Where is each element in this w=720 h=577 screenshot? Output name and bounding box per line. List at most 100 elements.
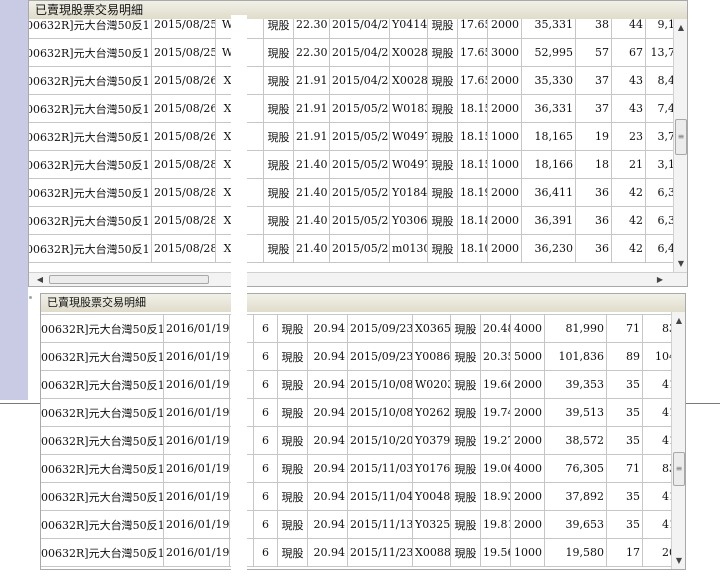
cell-buy-date: 2015/05/28 (329, 178, 390, 207)
cell-buy-date: 2015/05/28 (329, 94, 390, 123)
cell-sell-price: 21.91 (293, 94, 330, 123)
table-row[interactable]: 00632R]元大台灣50反1 2016/01/19 6 現股 20.94 2015/10… (41, 370, 671, 399)
table-row[interactable]: 00632R]元大台灣50反1 2015/08/25 W 現股 22.30 2015/04… (29, 19, 673, 39)
cell-order-no: X0028 (389, 66, 428, 95)
scroll-thumb[interactable] (49, 275, 209, 284)
table-row[interactable]: 00632R]元大台灣50反1 2016/01/19 6 現股 20.94 2015/10… (41, 398, 671, 427)
grip-icon: ≡ (677, 132, 685, 141)
cell-order-no: W0203 (412, 370, 451, 399)
cell-buy-date: 2015/10/20 (347, 426, 413, 455)
cell-amount: 39,653 (544, 510, 607, 539)
table-row[interactable]: 00632R]元大台灣50反1 2016/01/19 6 現股 20.94 2015/11… (41, 482, 671, 511)
scroll-thumb[interactable]: ≡ (673, 452, 685, 486)
table-row[interactable]: 00632R]元大台灣50反1 2016/01/19 6 現股 20.94 2015/11… (41, 454, 671, 483)
cell-fee: 35 (606, 370, 643, 399)
table-row[interactable]: 00632R]元大台灣50反1 2015/08/28 X 現股 21.40 2015/05… (29, 150, 673, 179)
cell-stock-name: 00632R]元大台灣50反1 (41, 454, 164, 483)
table-row[interactable]: 00632R]元大台灣50反1 2015/08/26 X 現股 21.91 2015/04… (29, 66, 673, 95)
table-row[interactable]: 00632R]元大台灣50反1 2015/08/25 W 現股 22.30 2015/04… (29, 38, 673, 67)
cell-buy-price: 17.65 (457, 19, 488, 39)
cell-buy-type: 現股 (427, 38, 458, 67)
table-row[interactable]: 00632R]元大台灣50反1 2016/01/19 6 現股 20.94 2015/09… (41, 314, 671, 343)
table-row[interactable]: 00632R]元大台灣50反1 2015/08/28 X 現股 21.40 2015/05… (29, 206, 673, 235)
cell-stock-name: 00632R]元大台灣50反1 (41, 510, 164, 539)
cell-tax: 42 (611, 234, 646, 263)
cell-sell-price: 21.40 (293, 206, 330, 235)
cell-amount: 39,353 (544, 370, 607, 399)
cell-tax: 44 (611, 19, 646, 39)
cell-buy-date: 2015/11/13 (347, 510, 413, 539)
cell-order-no: Y0184 (389, 178, 428, 207)
cell-sell-date: 2016/01/19 (163, 314, 230, 343)
table-row[interactable]: 00632R]元大台灣50反1 2016/01/19 6 現股 20.94 2015/11… (41, 538, 671, 567)
table-row[interactable]: 00632R]元大台灣50反1 2016/01/19 6 現股 20.94 2015/10… (41, 426, 671, 455)
cell-sell-price: 21.91 (293, 66, 330, 95)
scroll-down-icon[interactable]: ▼ (672, 554, 685, 568)
cell-shares: 1000 (487, 122, 522, 151)
table-row[interactable]: 00632R]元大台灣50反1 2015/08/26 X 現股 21.91 2015/05… (29, 122, 673, 151)
table-row[interactable]: 00632R]元大台灣50反1 2015/08/28 X 現股 21.40 2015/05… (29, 234, 673, 263)
cell-buy-type: 現股 (450, 398, 481, 427)
table-row[interactable]: 00632R]元大台灣50反1 2015/08/28 X 現股 21.40 2015/05… (29, 178, 673, 207)
cell-tax: 43 (611, 66, 646, 95)
scroll-down-icon[interactable]: ▼ (674, 257, 687, 271)
cell-shares: 1000 (487, 150, 522, 179)
cell-buy-type: 現股 (450, 314, 481, 343)
cell-order-no: X0088 (412, 538, 451, 567)
cell-order-no: Y0325 (412, 510, 451, 539)
cell-code-b: 6 (253, 370, 278, 399)
cell-sell-date: 2016/01/19 (163, 482, 230, 511)
cell-sell-price: 20.94 (307, 314, 348, 343)
cell-shares: 2000 (487, 234, 522, 263)
cell-amount: 18,166 (521, 150, 576, 179)
cell-trade-type: 現股 (277, 482, 308, 511)
cell-shares: 2000 (510, 482, 545, 511)
desktop-divider (680, 403, 720, 404)
cell-sell-price: 20.94 (307, 454, 348, 483)
cell-sell-price: 21.91 (293, 122, 330, 151)
cell-profit: 8,410 (645, 66, 673, 95)
cell-amount: 36,230 (521, 234, 576, 263)
vertical-scrollbar[interactable]: ▲ ≡ ▼ (671, 312, 685, 569)
cell-profit: 6,311 (645, 178, 673, 207)
cell-buy-price: 17.65 (457, 66, 488, 95)
cell-buy-type: 現股 (450, 510, 481, 539)
cell-order-no: Y0176 (412, 454, 451, 483)
trade-table: 00632R]元大台灣50反1 2015/08/25 W 現股 22.30 2015/04… (29, 19, 673, 263)
scroll-up-icon[interactable]: ▲ (672, 314, 685, 328)
cell-shares: 2000 (510, 370, 545, 399)
cell-stock-name: 00632R]元大台灣50反1 (41, 370, 164, 399)
cell-stock-name: 00632R]元大台灣50反1 (41, 426, 164, 455)
cell-sell-date: 2016/01/19 (163, 370, 230, 399)
table-row[interactable]: 00632R]元大台灣50反1 2016/01/19 6 現股 20.94 2015/11… (41, 510, 671, 539)
cell-amount: 39,513 (544, 398, 607, 427)
cell-profit: 7,409 (645, 94, 673, 123)
scroll-right-icon[interactable]: ▶ (653, 273, 667, 286)
cell-profit: 13,781 (645, 38, 673, 67)
table-row[interactable]: 00632R]元大台灣50反1 2016/01/19 6 現股 20.94 2015/09… (41, 342, 671, 371)
horizontal-scrollbar[interactable]: ◀ ▶ (29, 272, 687, 286)
cell-fee: 37 (575, 94, 612, 123)
vertical-scrollbar[interactable]: ▲ ≡ ▼ (673, 19, 687, 272)
cell-buy-type: 現股 (427, 234, 458, 263)
scroll-thumb[interactable]: ≡ (675, 119, 687, 155)
scroll-left-icon[interactable]: ◀ (33, 273, 47, 286)
cell-buy-price: 19.74 (480, 398, 511, 427)
cell-order-no: m0130 (389, 234, 428, 263)
cell-shares: 1000 (510, 538, 545, 567)
cell-tax: 23 (611, 122, 646, 151)
scroll-up-icon[interactable]: ▲ (674, 21, 687, 35)
cell-shares: 2000 (510, 510, 545, 539)
cell-tax: 41 (642, 482, 671, 511)
cell-fee: 71 (606, 314, 643, 343)
cell-order-no: Y0048 (412, 482, 451, 511)
table-row[interactable]: 00632R]元大台灣50反1 2015/08/26 X 現股 21.91 2015/05… (29, 94, 673, 123)
cell-code-b: 6 (253, 482, 278, 511)
cell-buy-date: 2015/05/29 (329, 234, 390, 263)
cell-stock-name: 00632R]元大台灣50反1 (41, 398, 164, 427)
cell-buy-type: 現股 (450, 454, 481, 483)
cell-shares: 5000 (510, 342, 545, 371)
cell-trade-type: 現股 (263, 38, 294, 67)
cell-trade-type: 現股 (277, 370, 308, 399)
cell-sell-price: 21.40 (293, 178, 330, 207)
